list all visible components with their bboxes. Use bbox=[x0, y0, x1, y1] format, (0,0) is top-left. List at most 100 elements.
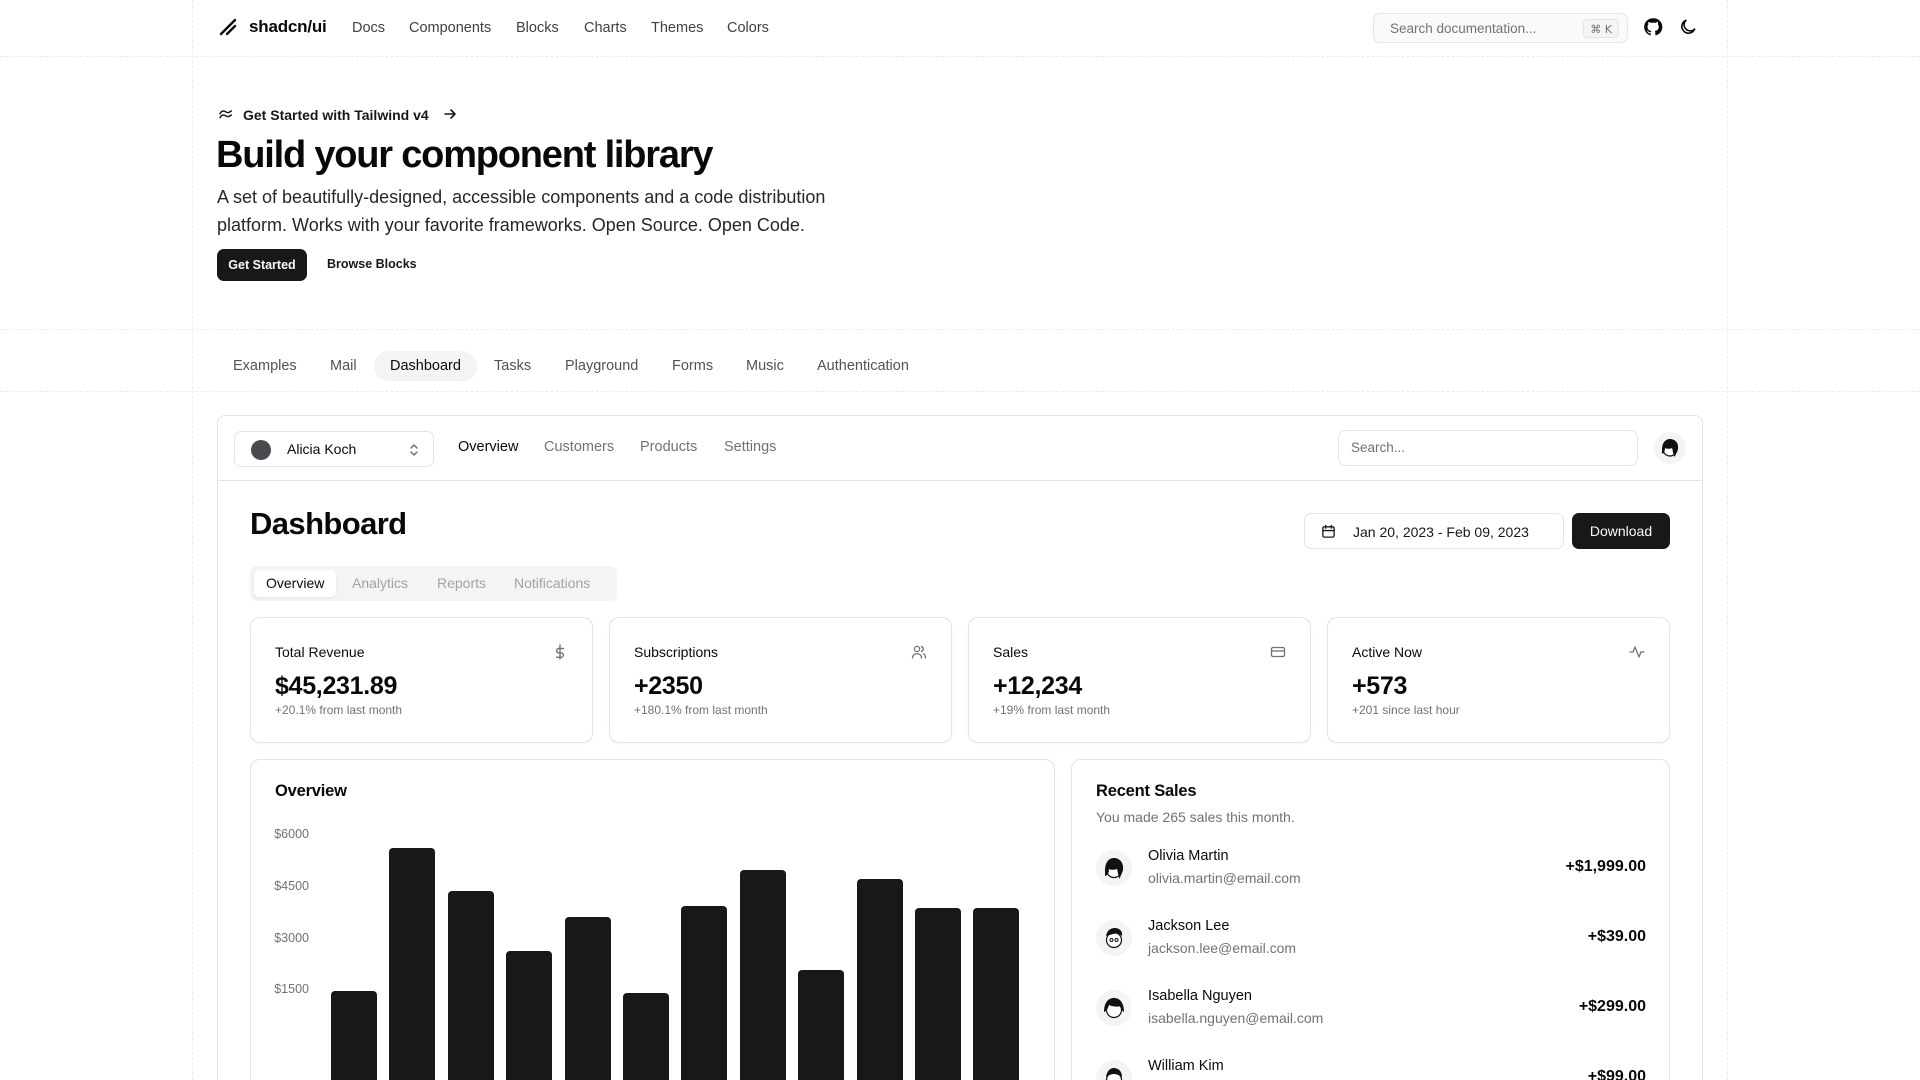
customer-name: William Kim bbox=[1148, 1058, 1224, 1074]
team-avatar bbox=[251, 440, 271, 460]
tab-tasks[interactable]: Tasks bbox=[478, 351, 547, 381]
stat-value: $45,231.89 bbox=[275, 672, 398, 700]
sale-amount: +$39.00 bbox=[1587, 928, 1646, 945]
dashboard-tabs: Overview Analytics Reports Notifications bbox=[250, 566, 617, 601]
chart-bar[interactable] bbox=[739, 870, 786, 1080]
tab-dashboard[interactable]: Dashboard bbox=[374, 351, 477, 381]
nav-charts[interactable]: Charts bbox=[584, 20, 627, 36]
activity-icon bbox=[1629, 646, 1645, 658]
user-avatar[interactable] bbox=[1654, 432, 1686, 464]
avatar bbox=[1096, 1060, 1132, 1080]
avatar bbox=[1096, 920, 1132, 956]
stat-card-subscriptions: Subscriptions +2350 +180.1% from last mo… bbox=[609, 617, 952, 743]
layout-guide bbox=[1727, 0, 1728, 1080]
download-button[interactable]: Download bbox=[1572, 513, 1670, 549]
avatar bbox=[1096, 850, 1132, 886]
overview-chart-card: Overview $6000 $4500 $3000 $1500 bbox=[250, 759, 1055, 1080]
nav-colors[interactable]: Colors bbox=[727, 20, 769, 36]
date-range-value: Jan 20, 2023 - Feb 09, 2023 bbox=[1353, 524, 1529, 540]
tab-notifications[interactable]: Notifications bbox=[502, 570, 602, 597]
recent-sales-subtitle: You made 265 sales this month. bbox=[1096, 809, 1295, 825]
chart-bar[interactable] bbox=[331, 990, 377, 1080]
stat-value: +12,234 bbox=[993, 672, 1082, 700]
chart-bar[interactable] bbox=[506, 951, 553, 1080]
stat-label: Active Now bbox=[1352, 644, 1423, 660]
search-shortcut: ⌘ K bbox=[1583, 19, 1619, 38]
dashboard-search-input[interactable]: Search... bbox=[1338, 430, 1638, 466]
nav-blocks[interactable]: Blocks bbox=[516, 20, 559, 36]
stat-label: Sales bbox=[993, 644, 1029, 660]
list-item: Jackson Lee jackson.lee@email.com +$39.0… bbox=[1096, 918, 1646, 964]
hero-subtitle: A set of beautifully-designed, accessibl… bbox=[217, 187, 826, 235]
chart-bar[interactable] bbox=[447, 890, 494, 1080]
customer-name: Jackson Lee bbox=[1148, 918, 1230, 934]
tab-authentication[interactable]: Authentication bbox=[801, 351, 925, 381]
chart-bar[interactable] bbox=[798, 970, 845, 1080]
stat-label: Total Revenue bbox=[275, 644, 365, 660]
layout-guide bbox=[192, 0, 193, 1080]
stat-value: +573 bbox=[1352, 672, 1408, 700]
tab-examples[interactable]: Examples bbox=[217, 351, 313, 381]
github-icon[interactable] bbox=[1643, 17, 1663, 37]
chart-bar[interactable] bbox=[389, 847, 436, 1080]
get-started-button[interactable]: Get Started bbox=[217, 249, 307, 281]
sale-amount: +$299.00 bbox=[1578, 998, 1646, 1015]
team-switcher[interactable]: Alicia Koch bbox=[234, 431, 434, 467]
y-tick-label: $4500 bbox=[274, 878, 309, 893]
nav-docs[interactable]: Docs bbox=[352, 20, 385, 36]
dollar-icon bbox=[555, 644, 565, 660]
chart-bar[interactable] bbox=[915, 908, 961, 1080]
chevrons-up-down-icon bbox=[410, 444, 418, 456]
tab-overview[interactable]: Overview bbox=[254, 570, 337, 597]
page-title: Dashboard bbox=[250, 506, 407, 541]
chart-bar[interactable] bbox=[564, 916, 611, 1080]
stat-card-sales: Sales +12,234 +19% from last month bbox=[968, 617, 1311, 743]
tab-mail[interactable]: Mail bbox=[314, 351, 373, 381]
recent-sales-title: Recent Sales bbox=[1096, 782, 1197, 800]
chart-bar[interactable] bbox=[973, 908, 1020, 1080]
nav-settings[interactable]: Settings bbox=[724, 439, 776, 455]
nav-products[interactable]: Products bbox=[640, 439, 697, 455]
tab-music[interactable]: Music bbox=[730, 351, 800, 381]
credit-card-icon bbox=[1270, 646, 1286, 658]
y-tick-label: $6000 bbox=[274, 827, 309, 841]
brand-name[interactable]: shadcn/ui bbox=[249, 17, 327, 37]
date-range-picker[interactable]: Jan 20, 2023 - Feb 09, 2023 bbox=[1304, 513, 1564, 549]
search-placeholder: Search documentation... bbox=[1390, 21, 1537, 36]
tab-playground[interactable]: Playground bbox=[549, 351, 654, 381]
tab-forms[interactable]: Forms bbox=[656, 351, 729, 381]
team-name: Alicia Koch bbox=[287, 441, 357, 457]
tailwind-icon bbox=[219, 110, 233, 119]
nav-overview[interactable]: Overview bbox=[458, 439, 518, 455]
chart-bar[interactable] bbox=[681, 906, 728, 1080]
docs-search-input[interactable]: Search documentation... ⌘ K bbox=[1373, 13, 1628, 43]
nav-themes[interactable]: Themes bbox=[651, 20, 703, 36]
browse-blocks-button[interactable]: Browse Blocks bbox=[327, 257, 417, 271]
stat-card-total-revenue: Total Revenue $45,231.89 +20.1% from las… bbox=[250, 617, 593, 743]
sale-amount: +$99.00 bbox=[1587, 1068, 1646, 1080]
recent-sales-card: Recent Sales You made 265 sales this mon… bbox=[1071, 759, 1670, 1080]
sale-amount: +$1,999.00 bbox=[1565, 858, 1646, 875]
tab-reports[interactable]: Reports bbox=[425, 570, 498, 597]
customer-email: isabella.nguyen@email.com bbox=[1148, 1010, 1324, 1026]
logo-slash-icon[interactable] bbox=[218, 17, 238, 37]
stat-change: +20.1% from last month bbox=[275, 703, 403, 717]
y-tick-label: $1500 bbox=[274, 982, 309, 997]
arrow-right-icon bbox=[444, 109, 456, 119]
tab-analytics[interactable]: Analytics bbox=[340, 570, 420, 597]
chart-bar[interactable] bbox=[623, 992, 669, 1080]
customer-name: Olivia Martin bbox=[1148, 848, 1229, 864]
chart-bar[interactable] bbox=[856, 878, 903, 1080]
y-tick-label: $3000 bbox=[274, 930, 309, 945]
announcement-link[interactable]: Get Started with Tailwind v4 bbox=[243, 107, 429, 123]
nav-components[interactable]: Components bbox=[409, 20, 491, 36]
layout-guide bbox=[0, 56, 1920, 57]
customer-name: Isabella Nguyen bbox=[1148, 988, 1252, 1004]
list-item: Isabella Nguyen isabella.nguyen@email.co… bbox=[1096, 988, 1646, 1034]
nav-customers[interactable]: Customers bbox=[544, 439, 614, 455]
stat-change: +180.1% from last month bbox=[634, 703, 768, 717]
search-placeholder: Search... bbox=[1351, 440, 1406, 455]
layout-guide bbox=[0, 391, 1920, 392]
hero-title: Build your component library bbox=[216, 134, 714, 176]
moon-icon[interactable] bbox=[1678, 17, 1698, 37]
